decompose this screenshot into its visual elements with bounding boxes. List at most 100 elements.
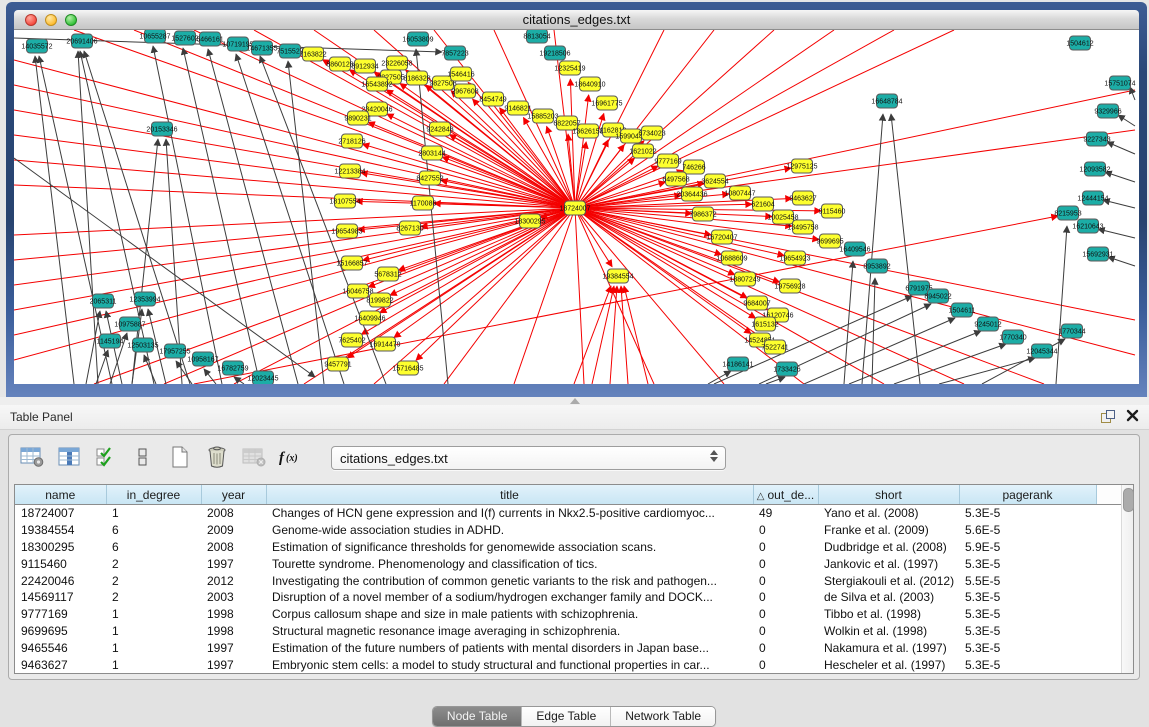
table-row[interactable]: 977716911998Corpus callosum shape and si… (15, 606, 1121, 623)
tab-edge-table[interactable]: Edge Table (522, 707, 611, 726)
table-cell[interactable]: 0 (753, 522, 818, 539)
table-cell[interactable]: 2009 (201, 522, 266, 539)
row-height-button[interactable] (130, 445, 156, 471)
graph-node[interactable]: 18107554 (329, 194, 360, 208)
table-row[interactable]: 1456911722003Disruption of a novel membe… (15, 589, 1121, 606)
table-cell[interactable]: 1998 (201, 606, 266, 623)
graph-node[interactable]: 19218506 (539, 46, 570, 60)
table-cell[interactable]: 5.3E-5 (959, 623, 1096, 640)
table-cell[interactable]: Wolkin et al. (1998) (818, 623, 959, 640)
table-cell[interactable]: 9465546 (15, 639, 106, 656)
tab-node-table[interactable]: Node Table (433, 707, 523, 726)
table-cell[interactable]: 9777169 (15, 606, 106, 623)
graph-node[interactable]: 12503135 (127, 338, 158, 352)
graph-node[interactable]: 19654983 (331, 224, 362, 238)
graph-node[interactable]: 9684007 (743, 296, 770, 310)
table-cell[interactable]: Genome-wide association studies in ADHD. (266, 522, 753, 539)
graph-node[interactable]: 9329966 (1094, 104, 1121, 118)
graph-node[interactable]: 15716485 (392, 361, 423, 375)
table-cell[interactable]: 6 (106, 522, 201, 539)
graph-node[interactable]: 20364436 (676, 187, 707, 201)
graph-node[interactable]: 16961775 (591, 96, 622, 110)
table-cell[interactable]: 1 (106, 606, 201, 623)
graph-node[interactable]: 12213384 (334, 164, 365, 178)
table-cell[interactable]: 2003 (201, 589, 266, 606)
column-header-in-degree[interactable]: in_degree (106, 485, 201, 505)
table-cell[interactable]: 1997 (201, 639, 266, 656)
table-cell[interactable]: 0 (753, 555, 818, 572)
table-cell[interactable]: Nakamura et al. (1997) (818, 639, 959, 656)
graph-node[interactable]: 7515527 (276, 44, 303, 58)
graph-node[interactable]: 16720407 (706, 230, 737, 244)
table-cell[interactable]: Structural magnetic resonance image aver… (266, 623, 753, 640)
graph-node[interactable]: 2065311 (90, 294, 117, 308)
graph-node[interactable]: 10958167 (187, 352, 218, 366)
graph-node[interactable]: 12093582 (1079, 162, 1110, 176)
table-row[interactable]: 1872400712008Changes of HCN gene express… (15, 505, 1121, 522)
graph-node[interactable]: 8215953 (1054, 206, 1081, 220)
table-vertical-scrollbar[interactable] (1121, 485, 1133, 673)
column-header-title[interactable]: title (266, 485, 753, 505)
table-cell[interactable]: 18724007 (15, 505, 106, 522)
table-row[interactable]: 2242004622012Investigating the contribut… (15, 572, 1121, 589)
graph-node[interactable]: 1504611 (949, 303, 976, 317)
table-row[interactable]: 911546021997Tourette syndrome. Phenomeno… (15, 555, 1121, 572)
table-cell[interactable]: 0 (753, 539, 818, 556)
graph-node[interactable]: 8860128 (326, 57, 353, 71)
graph-node[interactable]: 9115460 (819, 204, 846, 218)
table-cell[interactable]: 9463627 (15, 656, 106, 673)
graph-node[interactable]: 7857223 (441, 46, 468, 60)
table-cell[interactable]: Embryonic stem cells: a model to study s… (266, 656, 753, 673)
table-cell[interactable]: 14569117 (15, 589, 106, 606)
column-header-year[interactable]: year (201, 485, 266, 505)
select-rows-button[interactable] (93, 445, 119, 471)
graph-node[interactable]: 20691406 (66, 34, 97, 48)
table-settings-button[interactable] (19, 445, 45, 471)
table-row[interactable]: 1938455462009Genome-wide association stu… (15, 522, 1121, 539)
table-cell[interactable]: 1998 (201, 623, 266, 640)
graph-node[interactable]: 8186328 (403, 71, 430, 85)
table-cell[interactable]: 9699695 (15, 623, 106, 640)
column-header-short[interactable]: short (818, 485, 959, 505)
table-cell[interactable]: Corpus callosum shape and size in male p… (266, 606, 753, 623)
table-cell[interactable]: 19384554 (15, 522, 106, 539)
graph-node[interactable]: 1621022 (629, 144, 656, 158)
graph-node[interactable]: 16409546 (839, 242, 870, 256)
close-panel-icon[interactable] (1126, 409, 1139, 422)
graph-node[interactable]: 14035572 (21, 39, 52, 53)
table-cell[interactable]: 1 (106, 623, 201, 640)
graph-node[interactable]: 1170086 (410, 196, 437, 210)
graph-node[interactable]: 1504612 (1066, 36, 1093, 50)
graph-node[interactable]: 621604 (751, 197, 774, 211)
graph-node[interactable]: 1770344 (1058, 324, 1085, 338)
table-cell[interactable]: de Silva et al. (2003) (818, 589, 959, 606)
table-cell[interactable]: 49 (753, 505, 818, 522)
resize-grip-icon[interactable] (570, 398, 580, 404)
graph-node[interactable]: 8953892 (863, 259, 890, 273)
column-header-pagerank[interactable]: pagerank (959, 485, 1096, 505)
graph-node[interactable]: 9890231 (344, 111, 371, 125)
scrollbar-thumb[interactable] (1123, 488, 1134, 512)
network-window-titlebar[interactable]: citations_edges.txt (14, 10, 1139, 30)
graph-node[interactable]: 9457791 (324, 357, 351, 371)
table-cell[interactable]: Dudbridge et al. (2008) (818, 539, 959, 556)
graph-node[interactable]: 2967608 (451, 84, 478, 98)
graph-node[interactable]: 1546416 (447, 67, 474, 81)
float-panel-icon[interactable] (1101, 410, 1114, 422)
graph-node[interactable]: 8454749 (479, 92, 506, 106)
network-canvas[interactable]: 1872400771638228860128891293423226058982… (14, 30, 1139, 384)
delete-table-button[interactable] (241, 445, 267, 471)
table-cell[interactable]: 0 (753, 606, 818, 623)
table-cell[interactable]: Estimation of the future numbers of pati… (266, 639, 753, 656)
graph-node[interactable]: 18640910 (574, 77, 605, 91)
table-cell[interactable]: Changes of HCN gene expression and I(f) … (266, 505, 753, 522)
graph-node[interactable]: 8813054 (523, 30, 550, 43)
graph-node[interactable]: 1770340 (999, 330, 1026, 344)
graph-node[interactable]: 6466161 (196, 32, 223, 46)
table-cell[interactable]: 5.3E-5 (959, 555, 1096, 572)
table-cell[interactable]: 6 (106, 539, 201, 556)
new-table-button[interactable] (167, 445, 193, 471)
table-cell[interactable]: 1997 (201, 555, 266, 572)
graph-node[interactable]: 1615132 (751, 317, 778, 331)
graph-node[interactable]: 8427552 (416, 171, 443, 185)
